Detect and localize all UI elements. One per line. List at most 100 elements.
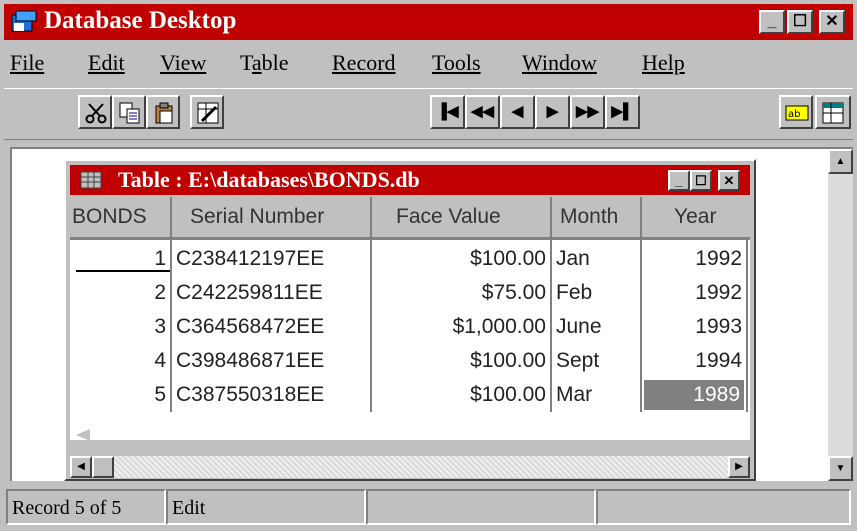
cell-month[interactable]: Jan	[556, 242, 636, 276]
next-set-button[interactable]: ▶▶	[570, 95, 605, 129]
close-button[interactable]: ✕	[819, 10, 845, 34]
column-header-face-value[interactable]: Face Value	[372, 197, 552, 237]
minimize-button[interactable]: _	[759, 10, 785, 34]
menu-edit-label: Edit	[88, 50, 125, 75]
close-icon: ✕	[723, 173, 735, 188]
previous-set-icon: ◀◀	[470, 103, 495, 120]
cut-button[interactable]	[78, 95, 112, 129]
minimize-icon: _	[767, 13, 777, 30]
menu-file-label: File	[10, 50, 45, 75]
cell-record-number[interactable]: 4	[70, 344, 166, 378]
cell-record-number[interactable]: 5	[70, 378, 166, 412]
cell-face-value[interactable]: $100.00	[372, 242, 546, 276]
table-horizontal-scrollbar[interactable]: ◀ ▶	[70, 456, 750, 478]
previous-record-icon: ◀	[511, 103, 524, 120]
cell-month[interactable]: June	[556, 310, 636, 344]
maximize-icon: ☐	[792, 13, 808, 30]
restructure-button[interactable]	[190, 95, 224, 129]
menu-tools[interactable]: Tools	[432, 50, 481, 76]
next-record-button[interactable]: ▶	[535, 95, 570, 129]
maximize-button[interactable]: ☐	[787, 10, 813, 34]
scroll-up-icon: ▲	[835, 156, 846, 167]
menu-window[interactable]: Window	[522, 50, 597, 76]
close-icon: ✕	[825, 13, 839, 30]
cell-record-number[interactable]: 1	[70, 242, 166, 276]
menu-view[interactable]: View	[160, 50, 206, 76]
menu-record[interactable]: Record	[332, 50, 396, 76]
first-record-button[interactable]: ▐◀	[430, 95, 465, 129]
table-close-button[interactable]: ✕	[718, 170, 740, 191]
cell-serial-number[interactable]: C387550318EE	[176, 378, 366, 412]
cell-serial-number[interactable]: C238412197EE	[176, 242, 366, 276]
cell-month[interactable]: Mar	[556, 378, 636, 412]
scroll-down-icon: ▼	[835, 463, 846, 474]
row-pointer-icon	[76, 429, 90, 441]
toolbar: ▐◀ ◀◀ ◀ ▶ ▶▶ ▶▌ ab	[4, 88, 853, 140]
status-mode: Edit	[166, 489, 366, 525]
database-desktop-icon	[11, 10, 37, 32]
menu-help-label: Help	[642, 50, 685, 75]
edit-data-button[interactable]	[815, 95, 851, 129]
edit-data-icon	[822, 102, 844, 124]
cell-year-selected[interactable]: 1989	[644, 380, 744, 410]
cell-month[interactable]: Sept	[556, 344, 636, 378]
status-record: Record 5 of 5	[6, 489, 166, 525]
menu-window-label: Window	[522, 50, 597, 75]
next-set-icon: ▶▶	[575, 103, 600, 120]
previous-record-button[interactable]: ◀	[500, 95, 535, 129]
cell-record-number[interactable]: 3	[70, 310, 166, 344]
cell-face-value[interactable]: $100.00	[372, 378, 546, 412]
scroll-right-icon: ▶	[735, 461, 743, 472]
column-header-serial-number[interactable]: Serial Number	[172, 197, 372, 237]
scroll-up-button[interactable]: ▲	[828, 149, 853, 174]
first-record-icon: ▐◀	[436, 103, 459, 120]
scroll-down-button[interactable]: ▼	[828, 456, 853, 481]
field-view-button[interactable]: ab	[779, 95, 813, 129]
menu-table[interactable]: Table	[240, 50, 289, 76]
menu-tools-label: Tools	[432, 50, 481, 75]
column-header-year[interactable]: Year	[642, 197, 750, 237]
status-pane-empty	[596, 489, 851, 525]
scroll-right-button[interactable]: ▶	[728, 456, 750, 478]
previous-set-button[interactable]: ◀◀	[465, 95, 500, 129]
column-header-bonds[interactable]: BONDS	[70, 197, 172, 237]
menu-file[interactable]: File	[10, 50, 44, 76]
statusbar: Record 5 of 5 Edit	[4, 487, 853, 527]
cell-serial-number[interactable]: C242259811EE	[176, 276, 366, 310]
menu-edit[interactable]: Edit	[88, 50, 125, 76]
cell-face-value[interactable]: $75.00	[372, 276, 546, 310]
scroll-thumb[interactable]	[92, 456, 114, 478]
cell-month[interactable]: Feb	[556, 276, 636, 310]
menubar: File Edit View Table Record Tools Window…	[4, 44, 853, 84]
cell-year[interactable]: 1994	[644, 344, 742, 378]
copy-icon	[119, 102, 140, 124]
cell-year[interactable]: 1993	[644, 310, 742, 344]
last-record-button[interactable]: ▶▌	[605, 95, 640, 129]
paste-icon	[155, 102, 173, 124]
menu-help[interactable]: Help	[642, 50, 685, 76]
table-maximize-button[interactable]: ☐	[690, 170, 712, 191]
paste-button[interactable]	[146, 95, 180, 129]
scroll-left-button[interactable]: ◀	[70, 456, 92, 478]
scroll-left-icon: ◀	[77, 461, 85, 472]
status-pane-empty	[366, 489, 596, 525]
cell-year[interactable]: 1992	[644, 242, 742, 276]
cell-face-value[interactable]: $100.00	[372, 344, 546, 378]
table-minimize-button[interactable]: _	[668, 170, 690, 191]
cell-serial-number[interactable]: C398486871EE	[176, 344, 366, 378]
cell-record-number[interactable]: 2	[70, 276, 166, 310]
data-grid: BONDS Serial Number Face Value Month Yea…	[70, 197, 750, 441]
maximize-icon: ☐	[695, 173, 707, 188]
column-divider	[746, 240, 748, 412]
workspace-vertical-scrollbar[interactable]: ▲ ▼	[828, 149, 853, 481]
cell-serial-number[interactable]: C364568472EE	[176, 310, 366, 344]
table-window: Table : E:\databases\BONDS.db _ ☐ ✕ BOND…	[64, 159, 756, 481]
cell-year[interactable]: 1992	[644, 276, 742, 310]
app-title: Database Desktop	[44, 7, 237, 34]
copy-button[interactable]	[112, 95, 146, 129]
minimize-icon: _	[675, 173, 683, 188]
column-header-month[interactable]: Month	[552, 197, 642, 237]
cell-face-value[interactable]: $1,000.00	[372, 310, 546, 344]
menu-table-label: Table	[240, 50, 289, 75]
table-grid-icon	[80, 171, 102, 189]
